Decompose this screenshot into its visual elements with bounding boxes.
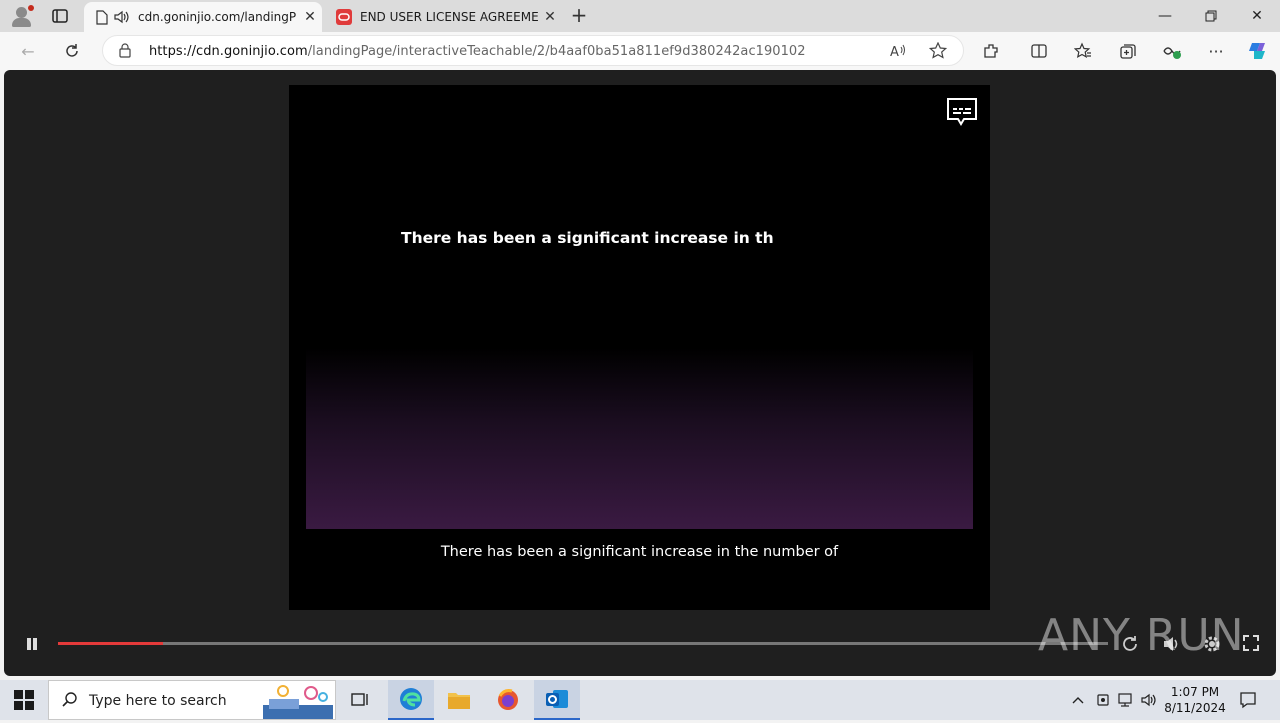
taskbar-search[interactable]: Type here to search bbox=[48, 680, 336, 720]
search-icon bbox=[61, 691, 79, 713]
favorites-icon[interactable] bbox=[1072, 40, 1094, 62]
minimize-button[interactable]: — bbox=[1142, 0, 1188, 32]
tab-close-button[interactable]: ✕ bbox=[298, 9, 322, 25]
browser-essentials-icon[interactable] bbox=[1161, 40, 1183, 62]
split-screen-icon[interactable] bbox=[1028, 40, 1050, 62]
search-placeholder: Type here to search bbox=[89, 693, 227, 709]
task-view-icon[interactable] bbox=[337, 680, 383, 720]
tray-app-icon[interactable] bbox=[1094, 680, 1112, 720]
eula-favicon-icon bbox=[336, 9, 352, 25]
restore-button[interactable] bbox=[1188, 0, 1234, 32]
read-aloud-icon[interactable]: A bbox=[889, 42, 907, 64]
video-gradient-panel bbox=[306, 348, 973, 529]
tab-label: END USER LICENSE AGREEMENT bbox=[360, 10, 538, 24]
video-subtitle: There has been a significant increase in… bbox=[440, 544, 839, 560]
search-highlight-image bbox=[263, 683, 333, 719]
system-clock[interactable]: 1:07 PM 8/11/2024 bbox=[1162, 684, 1228, 716]
url-text: https://cdn.goninjio.com/landingPage/int… bbox=[149, 44, 806, 59]
anyrun-watermark: ANY RUN bbox=[1038, 610, 1245, 661]
pause-button[interactable] bbox=[24, 636, 40, 652]
outlook-icon[interactable] bbox=[534, 680, 580, 720]
refresh-button[interactable] bbox=[61, 40, 83, 62]
collections-icon[interactable] bbox=[1117, 40, 1139, 62]
close-window-button[interactable]: ✕ bbox=[1234, 0, 1280, 32]
lock-icon[interactable] bbox=[119, 43, 131, 62]
extensions-icon[interactable] bbox=[980, 40, 1002, 62]
speaker-icon[interactable] bbox=[114, 9, 130, 25]
clock-date: 8/11/2024 bbox=[1164, 701, 1226, 715]
tab-close-button[interactable]: ✕ bbox=[538, 9, 562, 25]
seek-bar[interactable] bbox=[58, 642, 1108, 645]
profile-icon[interactable] bbox=[10, 5, 34, 27]
tab-actions-icon[interactable] bbox=[50, 7, 70, 25]
video-headline: There has been a significant increase in… bbox=[401, 229, 774, 247]
address-bar[interactable]: https://cdn.goninjio.com/landingPage/int… bbox=[102, 35, 964, 66]
fullscreen-icon[interactable] bbox=[1242, 634, 1262, 654]
tab-label: cdn.goninjio.com/landingP bbox=[138, 10, 297, 24]
favorite-star-icon[interactable] bbox=[928, 41, 948, 64]
more-menu-icon[interactable]: ··· bbox=[1205, 40, 1227, 62]
svg-text:A: A bbox=[890, 45, 899, 60]
file-explorer-icon[interactable] bbox=[436, 680, 482, 720]
address-bar-row: ← https://cdn.goninjio.com/landingPage/i… bbox=[0, 32, 1280, 70]
edge-taskbar-icon[interactable] bbox=[388, 680, 434, 720]
page-viewport: There has been a significant increase in… bbox=[4, 70, 1276, 676]
notifications-icon[interactable] bbox=[1236, 680, 1260, 720]
page-icon bbox=[94, 9, 110, 25]
seek-progress bbox=[58, 642, 163, 645]
windows-start-icon[interactable] bbox=[14, 690, 34, 710]
tab-strip: cdn.goninjio.com/landingP ✕ END USER LIC… bbox=[0, 0, 1280, 32]
video-player[interactable]: There has been a significant increase in… bbox=[289, 85, 990, 610]
tab-eula[interactable]: END USER LICENSE AGREEMENT ✕ bbox=[326, 2, 562, 32]
volume-tray-icon[interactable] bbox=[1140, 680, 1160, 720]
network-icon[interactable] bbox=[1116, 680, 1136, 720]
firefox-icon[interactable] bbox=[485, 680, 531, 720]
show-hidden-icons-chevron[interactable] bbox=[1068, 680, 1088, 720]
taskbar: Type here to search 1:07 PM 8/11/2024 bbox=[0, 680, 1280, 720]
copilot-icon[interactable] bbox=[1246, 40, 1268, 62]
tab-goninjio[interactable]: cdn.goninjio.com/landingP ✕ bbox=[84, 2, 322, 32]
clock-time: 1:07 PM bbox=[1170, 685, 1220, 699]
back-button[interactable]: ← bbox=[17, 40, 39, 62]
new-tab-button[interactable]: + bbox=[568, 5, 590, 27]
closed-captions-icon[interactable] bbox=[946, 97, 978, 129]
